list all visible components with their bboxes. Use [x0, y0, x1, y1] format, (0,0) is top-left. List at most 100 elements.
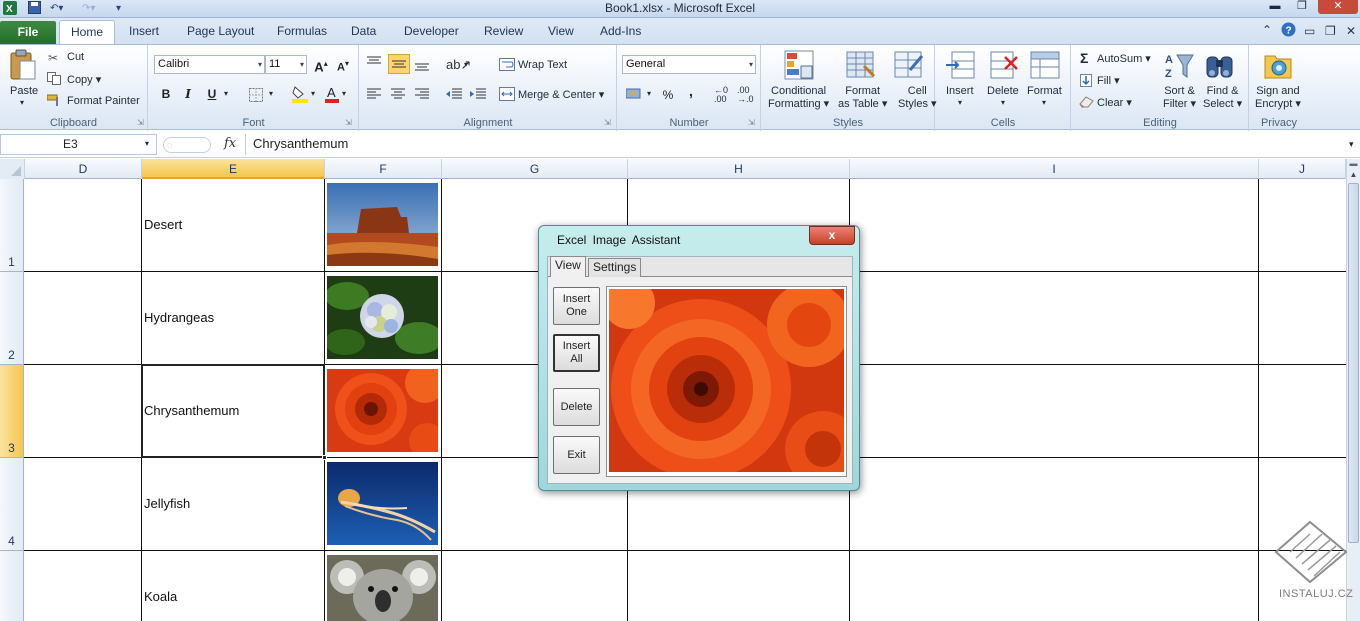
koala-photo[interactable]: [327, 555, 438, 621]
insert-cells-button[interactable]: Insert: [946, 85, 974, 97]
increase-decimal-icon[interactable]: ←0.00: [714, 86, 728, 104]
name-box-dropdown-icon[interactable]: ▾: [145, 139, 149, 148]
number-launcher-icon[interactable]: ⇲: [748, 118, 755, 127]
grow-font-button[interactable]: A▴: [311, 54, 331, 74]
borders-icon[interactable]: [249, 88, 263, 105]
sign-encrypt-button[interactable]: Sign and Encrypt ▾: [1255, 85, 1301, 111]
conditional-formatting-icon[interactable]: [784, 50, 814, 83]
delete-cells-button[interactable]: Delete: [987, 85, 1019, 97]
conditional-formatting-button[interactable]: Conditional Formatting ▾: [768, 85, 829, 111]
maximize-button[interactable]: ❐: [1289, 0, 1315, 14]
sort-filter-icon[interactable]: AZ: [1165, 51, 1195, 84]
minimize-ribbon-icon[interactable]: ⌃: [1262, 23, 1272, 37]
decrease-decimal-icon[interactable]: .00 →.0: [737, 86, 754, 104]
clipboard-launcher-icon[interactable]: ⇲: [137, 118, 144, 127]
format-painter-button[interactable]: Format Painter: [67, 95, 140, 107]
exit-button[interactable]: Exit: [553, 436, 600, 474]
italic-button[interactable]: I: [178, 84, 198, 104]
clear-icon[interactable]: [1079, 96, 1094, 111]
format-cells-dropdown-icon[interactable]: ▾: [1042, 98, 1046, 107]
fill-color-dropdown-icon[interactable]: ▾: [311, 89, 315, 98]
borders-dropdown-icon[interactable]: ▾: [269, 89, 273, 98]
shrink-font-button[interactable]: A▾: [333, 54, 353, 74]
orientation-dropdown-icon[interactable]: ▾: [464, 60, 468, 69]
format-as-table-icon[interactable]: [846, 50, 876, 83]
desert-photo[interactable]: [327, 183, 438, 266]
insert-cells-dropdown-icon[interactable]: ▾: [958, 98, 962, 107]
cut-button[interactable]: Cut: [67, 51, 84, 63]
workbook-minimize-button[interactable]: ▭: [1304, 24, 1315, 38]
underline-button[interactable]: U: [202, 84, 222, 104]
top-align-icon[interactable]: [367, 56, 381, 71]
cell-styles-button[interactable]: Cell Styles ▾: [898, 85, 937, 111]
tab-view[interactable]: View: [548, 24, 574, 38]
clear-button[interactable]: Clear ▾: [1097, 96, 1132, 109]
font-color-dropdown-icon[interactable]: ▾: [342, 89, 346, 98]
middle-align-icon[interactable]: [388, 54, 410, 74]
column-header-f[interactable]: F: [325, 159, 442, 179]
tab-add-ins[interactable]: Add-Ins: [600, 24, 641, 38]
fill-handle[interactable]: [322, 455, 327, 460]
autosum-button[interactable]: AutoSum ▾: [1097, 52, 1151, 65]
tab-home[interactable]: Home: [59, 20, 115, 45]
decrease-indent-icon[interactable]: [446, 88, 462, 103]
fill-icon[interactable]: [1080, 74, 1092, 90]
jellyfish-photo[interactable]: [327, 462, 438, 545]
column-header-i[interactable]: I: [850, 159, 1259, 179]
tab-settings[interactable]: Settings: [588, 258, 642, 277]
dialog-close-button[interactable]: x: [809, 226, 855, 245]
font-size-combo[interactable]: 11 ▾: [265, 55, 307, 74]
delete-cells-icon[interactable]: [989, 51, 1019, 82]
wrap-text-button[interactable]: Wrap Text: [518, 59, 567, 71]
format-as-table-button[interactable]: Format as Table ▾: [838, 85, 887, 111]
column-header-j[interactable]: J: [1259, 159, 1346, 179]
tab-review[interactable]: Review: [484, 24, 523, 38]
workbook-restore-button[interactable]: ❐: [1325, 24, 1336, 38]
fill-color-icon[interactable]: [292, 85, 308, 106]
row-header-1[interactable]: 1: [0, 179, 24, 272]
sign-encrypt-icon[interactable]: [1263, 50, 1293, 85]
cell-e1[interactable]: Desert: [144, 217, 182, 232]
bold-button[interactable]: B: [156, 84, 176, 104]
column-header-d[interactable]: D: [25, 159, 142, 179]
find-select-button[interactable]: Find & Select ▾: [1203, 85, 1242, 111]
formula-input[interactable]: Chrysanthemum: [245, 134, 1345, 155]
row-header-3[interactable]: 3: [0, 365, 24, 458]
autosum-icon[interactable]: Σ: [1080, 50, 1088, 66]
split-box-icon[interactable]: ▬: [1348, 160, 1359, 168]
column-header-e[interactable]: E: [142, 159, 325, 179]
active-cell-selection[interactable]: [141, 364, 325, 458]
alignment-launcher-icon[interactable]: ⇲: [604, 118, 611, 127]
comma-style-button[interactable]: ,: [681, 81, 701, 101]
chrysanthemum-photo[interactable]: [327, 369, 438, 452]
copy-button[interactable]: Copy ▾: [67, 73, 101, 86]
cell-e4[interactable]: Jellyfish: [144, 496, 190, 511]
cell-e2[interactable]: Hydrangeas: [144, 310, 214, 325]
wrap-text-icon[interactable]: [499, 58, 515, 74]
paste-icon[interactable]: [9, 49, 37, 84]
merge-center-button[interactable]: Merge & Center ▾: [518, 88, 604, 101]
merge-center-icon[interactable]: [499, 87, 515, 104]
minimize-button[interactable]: ▬: [1262, 0, 1288, 14]
copy-icon[interactable]: [47, 72, 61, 88]
cell-e5[interactable]: Koala: [144, 589, 177, 604]
column-header-g[interactable]: G: [442, 159, 628, 179]
workbook-close-button[interactable]: ✕: [1346, 24, 1356, 38]
name-box[interactable]: E3: [0, 134, 157, 155]
percent-style-button[interactable]: %: [658, 85, 678, 105]
expand-formula-bar-icon[interactable]: ▾: [1349, 139, 1354, 150]
tab-developer[interactable]: Developer: [404, 24, 459, 38]
tab-formulas[interactable]: Formulas: [277, 24, 327, 38]
insert-function-button[interactable]: fx: [224, 136, 236, 151]
underline-dropdown-icon[interactable]: ▾: [224, 89, 228, 98]
delete-button[interactable]: Delete: [553, 388, 600, 426]
scrollbar-thumb[interactable]: [1348, 183, 1359, 543]
accounting-dropdown-icon[interactable]: ▾: [647, 89, 651, 98]
find-select-icon[interactable]: [1205, 51, 1235, 84]
font-name-combo[interactable]: Calibri ▾: [154, 55, 265, 74]
row-header-2[interactable]: 2: [0, 272, 24, 365]
format-painter-icon[interactable]: [46, 94, 62, 110]
insert-cells-icon[interactable]: [946, 51, 976, 82]
tab-data[interactable]: Data: [351, 24, 376, 38]
bottom-align-icon[interactable]: [415, 60, 429, 75]
